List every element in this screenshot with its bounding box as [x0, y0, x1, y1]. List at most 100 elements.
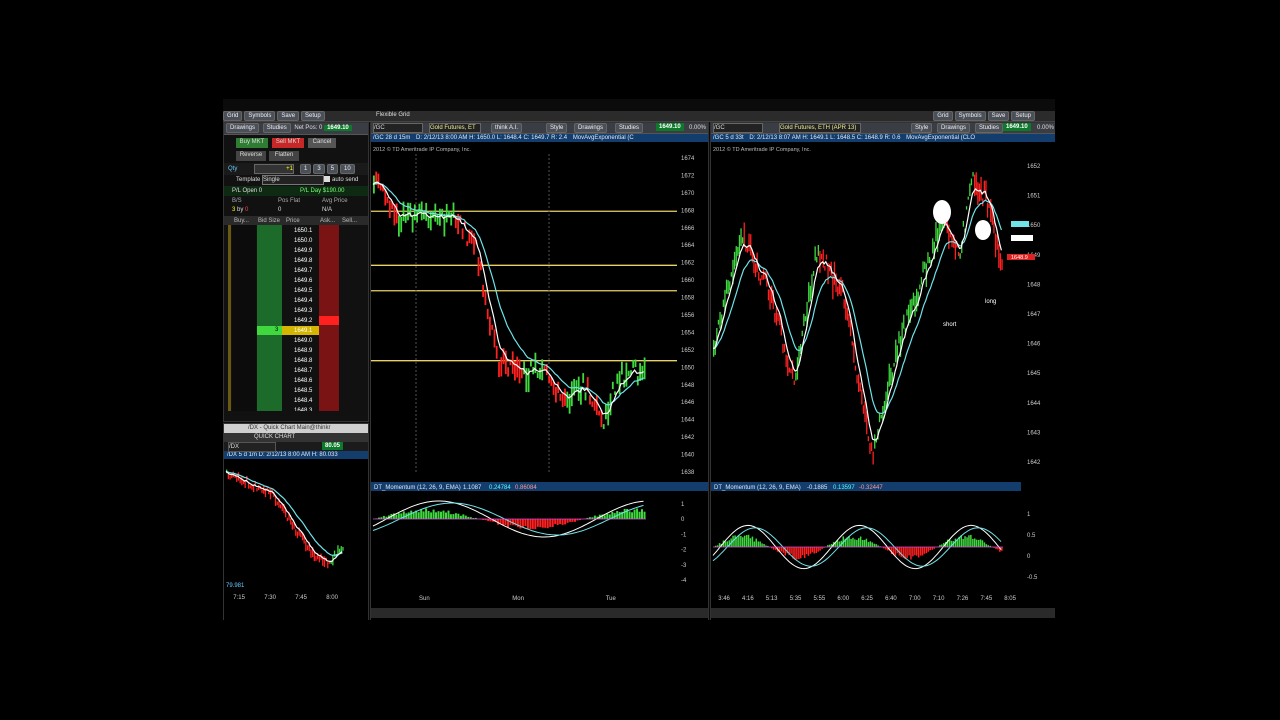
right-hist-bar	[809, 547, 812, 554]
right-hist-bar	[923, 547, 926, 554]
right-symbol-input[interactable]: /GC	[713, 123, 763, 133]
mid-hist-bar	[521, 519, 524, 528]
grid-button-right[interactable]: Grid	[933, 111, 953, 121]
mid-thinkai-button[interactable]: think A.I.	[491, 123, 523, 133]
right-y-tick: 1644	[1027, 401, 1041, 407]
quick-chart-tab[interactable]: QUICK CHART	[254, 434, 295, 440]
ladder-row[interactable]: 1650.1	[224, 226, 368, 236]
ladder-row[interactable]: 1650.0	[224, 236, 368, 246]
left-top-strip: Grid Symbols Save Setup	[223, 111, 370, 122]
right-hist-bar	[970, 534, 972, 547]
right-x-tick: 6:25	[861, 596, 873, 602]
qc-bar	[296, 531, 299, 539]
ladder-row[interactable]: 1649.3	[224, 306, 368, 316]
right-studies-button[interactable]: Studies	[975, 123, 1004, 133]
right-lower-value: 0.13597	[833, 485, 855, 491]
right-hist-bar	[747, 534, 750, 547]
setup-button[interactable]: Setup	[301, 111, 325, 121]
right-bar	[903, 314, 905, 329]
right-hist-bar	[892, 547, 895, 554]
qty-preset-5[interactable]: 5	[326, 164, 339, 174]
ladder-row[interactable]: 1648.9	[224, 346, 368, 356]
mid-hist-bar	[638, 511, 641, 519]
mid-copyright: 2012 © TD Ameritrade IP Company, Inc.	[373, 146, 471, 153]
auto-send-checkbox[interactable]	[324, 176, 330, 182]
setup-button-right[interactable]: Setup	[1011, 111, 1035, 121]
mid-hist-bar	[432, 509, 435, 519]
qty-preset-10[interactable]: 10	[340, 164, 355, 174]
mid-symbol-input[interactable]: /GC	[373, 123, 423, 133]
buy-mkt-button[interactable]: Buy MKT	[236, 138, 268, 148]
right-bar	[774, 312, 776, 323]
right-hist-bar	[813, 547, 815, 554]
sell-mkt-button[interactable]: Sell MKT	[272, 138, 304, 148]
right-hist-bar	[908, 547, 910, 556]
ladder-row[interactable]: 1648.4	[224, 396, 368, 406]
mid-hist-bar	[526, 519, 529, 529]
mid-hist-bar	[564, 519, 567, 525]
ladder-row[interactable]: 1648.8	[224, 356, 368, 366]
right-hist-bar	[738, 535, 740, 547]
right-lower-value: -0.1885	[807, 485, 828, 491]
right-bar	[727, 280, 729, 295]
template-select[interactable]: Single	[262, 175, 324, 185]
mid-hist-bar	[422, 511, 425, 519]
save-button-right[interactable]: Save	[987, 111, 1010, 121]
qc-bar	[300, 532, 302, 538]
mid-hist-bar	[544, 519, 547, 528]
mid-hist-bar	[569, 519, 572, 522]
right-drawings-button[interactable]: Drawings	[937, 123, 971, 133]
right-bar	[787, 355, 789, 376]
ladder-row[interactable]: 1649.9	[224, 246, 368, 256]
reverse-button[interactable]: Reverse	[236, 151, 266, 161]
ladder-row[interactable]: 1649.6	[224, 276, 368, 286]
chart-gold-5d-33t: /GC Gold Futures, ETH (APR 13) Style Dra…	[710, 122, 1055, 620]
cancel-button[interactable]: Cancel	[308, 138, 336, 148]
mid-ema-fast	[372, 181, 644, 415]
mid-bar	[559, 393, 562, 401]
mid-style-button[interactable]: Style	[546, 123, 568, 133]
ladder-row[interactable]: 1648.5	[224, 386, 368, 396]
save-button[interactable]: Save	[277, 111, 300, 121]
flatten-button[interactable]: Flatten	[269, 151, 299, 161]
ladder-row[interactable]: 1649.8	[224, 256, 368, 266]
right-bar	[858, 374, 860, 392]
chart-gold-28d-15m: /GC Gold Futures, ET think A.I. Style Dr…	[370, 122, 709, 620]
right-hist-bar	[964, 536, 966, 547]
ladder-row[interactable]: 1649.2	[224, 316, 368, 326]
qty-preset-3[interactable]: 3	[313, 164, 325, 174]
ladder-row[interactable]: 1649.5	[224, 286, 368, 296]
right-bar	[737, 247, 739, 256]
right-bar	[746, 248, 749, 253]
mid-bottom-toolbar	[371, 608, 708, 618]
mid-bar	[561, 393, 564, 408]
ladder-row[interactable]: 1648.6	[224, 376, 368, 386]
right-bar	[864, 401, 866, 423]
qty-preset-1[interactable]: 1	[300, 164, 312, 174]
ladder-row[interactable]: 1649.0	[224, 336, 368, 346]
right-style-button[interactable]: Style	[911, 123, 933, 133]
symbols-button-right[interactable]: Symbols	[954, 111, 986, 121]
mid-hist-bar	[643, 511, 646, 519]
studies-button[interactable]: Studies	[262, 123, 291, 133]
right-hist-bar	[749, 538, 752, 547]
right-bar	[977, 182, 979, 206]
qty-input[interactable]: +1	[254, 164, 294, 174]
mid-drawings-button[interactable]: Drawings	[574, 123, 608, 133]
ladder-row[interactable]: 1648.7	[224, 366, 368, 376]
ladder-row[interactable]: 3 1649.1	[224, 326, 368, 336]
ladder-row[interactable]: 1649.7	[224, 266, 368, 276]
ladder-row[interactable]: 1649.4	[224, 296, 368, 306]
drawings-button[interactable]: Drawings	[226, 123, 260, 133]
right-hist-bar	[798, 547, 800, 559]
mid-lower-study: DT_Momentum (12, 26, 9, EMA)	[374, 485, 461, 491]
quick-chart-symbol-input[interactable]: /DX	[228, 442, 276, 452]
symbols-button[interactable]: Symbols	[244, 111, 276, 121]
right-study-label: MovAvgExponential (CLO	[906, 135, 976, 141]
grid-button[interactable]: Grid	[223, 111, 243, 121]
mid-studies-button[interactable]: Studies	[615, 123, 644, 133]
ladder-price: 1649.3	[294, 308, 313, 314]
right-annotation-short: short	[943, 322, 957, 328]
mid-hist-bar	[618, 512, 621, 519]
ladder-row[interactable]: 1648.3	[224, 406, 368, 411]
